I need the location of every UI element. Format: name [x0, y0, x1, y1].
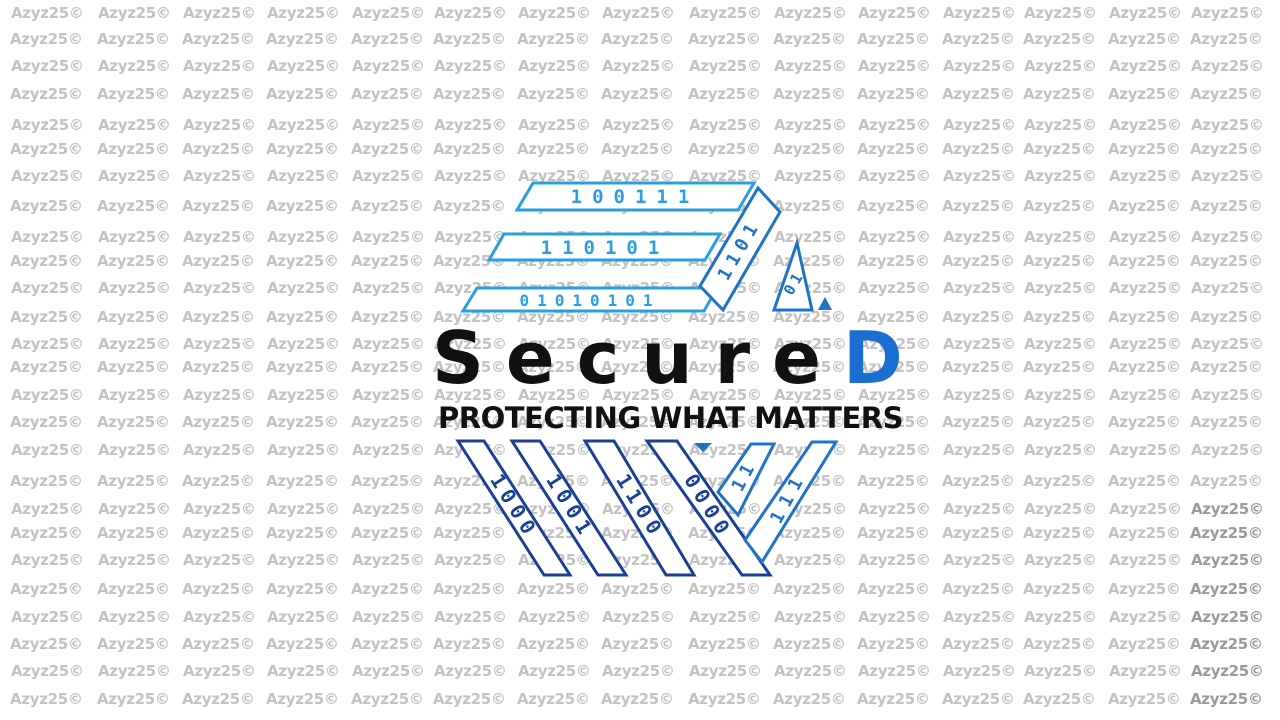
binary-strip-text: 110101: [541, 237, 670, 259]
binary-strips-bottom: 1000 1001 1100 0000 11 111: [455, 439, 839, 577]
triangle-mark-icon: [818, 297, 832, 310]
binary-strip-text: 01010101: [519, 291, 660, 310]
brand-tagline: PROTECTING WHAT MATTERS: [438, 401, 904, 435]
binary-strip-text: 1000: [485, 469, 544, 543]
triangle-mark-icon: [694, 443, 712, 452]
brand-wordmark: SecureD: [432, 316, 903, 400]
binary-strip-text: 100111: [571, 186, 700, 208]
wordmark-main: Secure: [432, 316, 843, 400]
wordmark-accent-letter: D: [842, 316, 903, 400]
